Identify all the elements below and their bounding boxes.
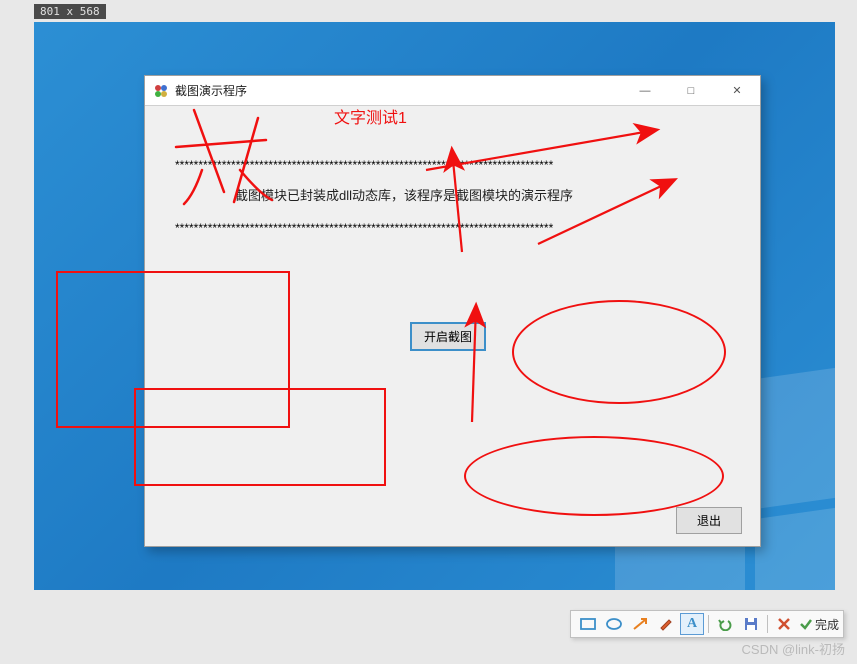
brush-icon (658, 617, 674, 631)
save-icon (743, 617, 759, 631)
done-label: 完成 (815, 616, 839, 633)
arrow-icon (632, 617, 648, 631)
check-icon (799, 617, 813, 631)
tool-done[interactable]: 完成 (799, 616, 839, 633)
tool-undo[interactable] (713, 613, 737, 635)
window-title: 截图演示程序 (175, 82, 247, 99)
rectangle-icon (580, 617, 596, 631)
ellipse-icon (606, 617, 622, 631)
tool-brush[interactable] (654, 613, 678, 635)
divider-top: ****************************************… (175, 158, 730, 172)
open-screenshot-button[interactable]: 开启截图 (410, 322, 486, 351)
tool-ellipse[interactable] (602, 613, 626, 635)
description-text: 截图模块已封装成dll动态库，该程序是截图模块的演示程序 (235, 186, 615, 207)
watermark: CSDN @link-初扬 (742, 639, 845, 658)
annotation-ellipse-1 (512, 300, 726, 404)
tool-arrow[interactable] (628, 613, 652, 635)
divider-bottom: ****************************************… (175, 221, 730, 235)
minimize-button[interactable]: — (622, 76, 668, 106)
annotation-rectangle-2 (134, 388, 386, 486)
app-icon (153, 83, 169, 99)
maximize-button[interactable]: □ (668, 76, 714, 106)
annotation-text-1: 文字测试1 (334, 104, 407, 128)
tool-save[interactable] (739, 613, 763, 635)
screenshot-selection-area[interactable]: 截图演示程序 — □ ✕ ***************************… (34, 22, 835, 590)
exit-button[interactable]: 退出 (676, 507, 742, 534)
cancel-icon (777, 617, 791, 631)
toolbar-separator-1 (708, 615, 709, 633)
tool-text[interactable]: A (680, 613, 704, 635)
tool-cancel[interactable] (772, 613, 796, 635)
selection-size-badge: 801 x 568 (34, 4, 106, 19)
annotation-ellipse-2 (464, 436, 724, 516)
toolbar-separator-2 (767, 615, 768, 633)
close-button[interactable]: ✕ (714, 76, 760, 106)
undo-icon (717, 617, 733, 631)
tool-rectangle[interactable] (576, 613, 600, 635)
titlebar[interactable]: 截图演示程序 — □ ✕ (145, 76, 760, 106)
screenshot-toolbar: A 完成 (570, 610, 844, 638)
text-icon: A (687, 616, 697, 632)
